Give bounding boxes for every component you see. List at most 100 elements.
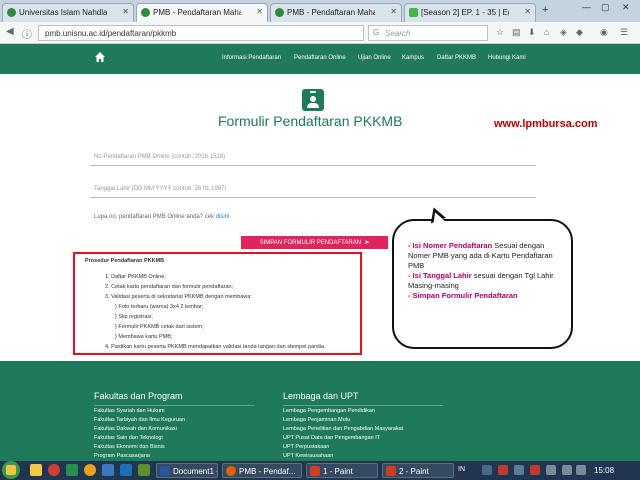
page-title: Formulir Pendaftaran PKKMB (218, 113, 403, 129)
close-window-button[interactable]: ✕ (622, 2, 630, 13)
taskbar-app-label: Document1 - ... (173, 467, 217, 476)
procedure-line: 2. Cetak kartu pendaftaran dan formulir … (105, 284, 234, 290)
search-placeholder: Search (385, 29, 411, 38)
chat-icon[interactable]: ◉ (600, 27, 608, 38)
footer-link[interactable]: Lembaga Pengembangan Pendidikan (283, 408, 375, 414)
footer-link[interactable]: Fakultas Syariah dan Hukum (94, 408, 165, 414)
google-icon: G (373, 28, 380, 37)
procedure-title: Prosedur Pendaftaran PKKMB (85, 258, 165, 264)
minimize-button[interactable]: — (582, 2, 591, 12)
download-icon[interactable]: ⬇ (528, 27, 536, 38)
taskbar-paint-2[interactable]: 2 - Paint (382, 463, 454, 478)
search-input[interactable]: G Search (368, 25, 488, 41)
send-icon: ➤ (362, 240, 370, 246)
star-icon[interactable]: ☆ (496, 27, 504, 38)
tab-uninu[interactable]: Universitas Islam Nahdlatu... ✕ (2, 3, 134, 22)
forgot-number-label: Lupa no. pendaftaran PMB Online anda? ce… (94, 214, 216, 220)
chrome-icon[interactable] (84, 464, 96, 476)
footer-link[interactable]: UPT Pusat Data dan Pengembangan IT (283, 435, 380, 441)
annotation-item: - Simpan Formulir Pendaftaran (408, 291, 563, 301)
close-icon[interactable]: ✕ (524, 7, 531, 16)
procedure-box: Prosedur Pendaftaran PKKMB 1. Daftar PKK… (73, 252, 362, 355)
tray-icon[interactable] (514, 465, 524, 475)
close-icon[interactable]: ✕ (122, 7, 129, 16)
ie-icon[interactable] (120, 464, 132, 476)
extension-icon[interactable]: ◆ (576, 27, 583, 38)
watermark-text: www.lpmbursa.com (494, 118, 598, 130)
footer-link[interactable]: UPT Perpustakaan (283, 444, 329, 450)
forgot-number-link[interactable]: disini (216, 214, 230, 220)
registration-number-field[interactable]: No Pendaftaran PMB Online (contoh: 2016.… (90, 152, 536, 166)
save-form-button[interactable]: SIMPAN FORMULIR PENDAFTARAN ➤ (241, 236, 388, 249)
site-favicon-icon (275, 8, 284, 17)
taskbar-word-document[interactable]: Document1 - ... (156, 463, 218, 478)
menu-kampus[interactable]: Kampus (402, 55, 424, 61)
footer-institutions-title: Lembaga dan UPT (283, 391, 359, 401)
footer-link[interactable]: UPT Kewirausahaan (283, 453, 333, 459)
annotation-item: - Isi Tanggal Lahir sesuai dengan Tgl La… (408, 271, 563, 291)
tab-pmb-2[interactable]: PMB - Pendaftaran Mahas... ✕ (270, 3, 402, 22)
browser-tab-strip: Universitas Islam Nahdlatu... ✕ PMB - Pe… (0, 0, 640, 22)
footer-faculties-title: Fakultas dan Program (94, 391, 183, 401)
new-tab-button[interactable]: + (542, 4, 548, 16)
taskbar-app-label: PMB - Pendaf... (239, 467, 296, 476)
tray-icon[interactable] (498, 465, 508, 475)
footer-link[interactable]: Fakultas Ekonomi dan Bisnis (94, 444, 165, 450)
close-icon[interactable]: ✕ (390, 7, 397, 16)
home-icon[interactable] (94, 51, 106, 63)
footer-link[interactable]: Lembaga Penelitian dan Pengabdian Masyar… (283, 426, 403, 432)
taskbar-app-label: 1 - Paint (323, 467, 353, 476)
tray-icon[interactable] (482, 465, 492, 475)
tray-icon[interactable] (546, 465, 556, 475)
back-arrow-icon[interactable]: ◀ (6, 26, 14, 37)
menu-informasi-pendaftaran[interactable]: Informasi Pendaftaran (222, 55, 281, 61)
start-button[interactable] (2, 461, 20, 479)
menu-icon[interactable]: ☰ (620, 27, 628, 38)
annotation-item: - Isi Nomer Pendaftaran Sesuai dengan No… (408, 241, 563, 271)
folder-icon[interactable] (30, 464, 42, 476)
footer-link[interactable]: Lembaga Penjaminan Mutu (283, 417, 350, 423)
menu-daftar-pkkmb[interactable]: Daftar PKKMB (437, 55, 476, 61)
app-icon[interactable] (138, 464, 150, 476)
footer-link[interactable]: Fakultas Dakwah dan Komunikasi (94, 426, 177, 432)
taskbar-app-label: 2 - Paint (399, 467, 429, 476)
annotation-item-bold: - Isi Nomer Pendaftaran (408, 241, 493, 250)
tab-season[interactable]: [Season 2] EP. 1 - 35 | Egg... ✕ (404, 3, 536, 22)
app-icon[interactable] (66, 464, 78, 476)
volume-icon[interactable] (576, 465, 586, 475)
word-icon[interactable] (102, 464, 114, 476)
menu-pendaftaran-online[interactable]: Pendaftaran Online (294, 55, 346, 61)
shield-icon[interactable]: ◈ (560, 27, 567, 38)
clock[interactable]: 15:08 (594, 466, 614, 475)
taskbar-firefox[interactable]: PMB - Pendaf... (222, 463, 302, 478)
site-header: Informasi Pendaftaran Pendaftaran Online… (0, 44, 640, 74)
footer-link[interactable]: Fakultas Sain dan Teknologi (94, 435, 163, 441)
birthdate-field[interactable]: Tanggal Lahir (DD MM YYYY contoh: 26 01 … (90, 184, 536, 198)
clipboard-icon[interactable]: ▤ (512, 27, 521, 38)
procedure-line: 4. Pastikan kartu peserta PKKMB mendapat… (105, 344, 326, 350)
menu-hubungi-kami[interactable]: Hubungi Kami (488, 55, 526, 61)
language-indicator[interactable]: IN (458, 466, 465, 473)
network-icon[interactable] (562, 465, 572, 475)
close-icon[interactable]: ✕ (256, 7, 263, 16)
media-player-icon[interactable] (48, 464, 60, 476)
procedure-line: } Foto terbaru (warna) 3x4 2 lembar; (115, 304, 204, 310)
annotation-item-bold: - Isi Tanggal Lahir (408, 271, 472, 280)
info-icon[interactable]: ⓘ (22, 26, 32, 41)
address-bar[interactable]: pmb.unisnu.ac.id/pendaftaran/pkkmb (38, 25, 364, 41)
footer-link[interactable]: Fakultas Tarbiyah dan Ilmu Keguruan (94, 417, 185, 423)
save-form-label: SIMPAN FORMULIR PENDAFTARAN (259, 240, 362, 246)
taskbar-paint-1[interactable]: 1 - Paint (306, 463, 378, 478)
footer-link[interactable]: Program Pascasarjana (94, 453, 150, 459)
screen: Universitas Islam Nahdlatu... ✕ PMB - Pe… (0, 0, 640, 480)
registration-number-placeholder: No Pendaftaran PMB Online (contoh: 2016.… (94, 154, 226, 160)
tray-icon[interactable] (530, 465, 540, 475)
maximize-button[interactable]: ▢ (601, 2, 610, 13)
site-favicon-icon (7, 8, 16, 17)
home-icon[interactable]: ⌂ (544, 27, 549, 37)
menu-ujian-online[interactable]: Ujian Online (358, 55, 391, 61)
procedure-line: } Slip registrasi; (115, 314, 153, 320)
tab-pmb-active[interactable]: PMB - Pendaftaran Mahas... ✕ (136, 3, 268, 22)
windows-taskbar: Document1 - ... PMB - Pendaf... 1 - Pain… (0, 461, 640, 480)
video-favicon-icon (409, 8, 418, 17)
